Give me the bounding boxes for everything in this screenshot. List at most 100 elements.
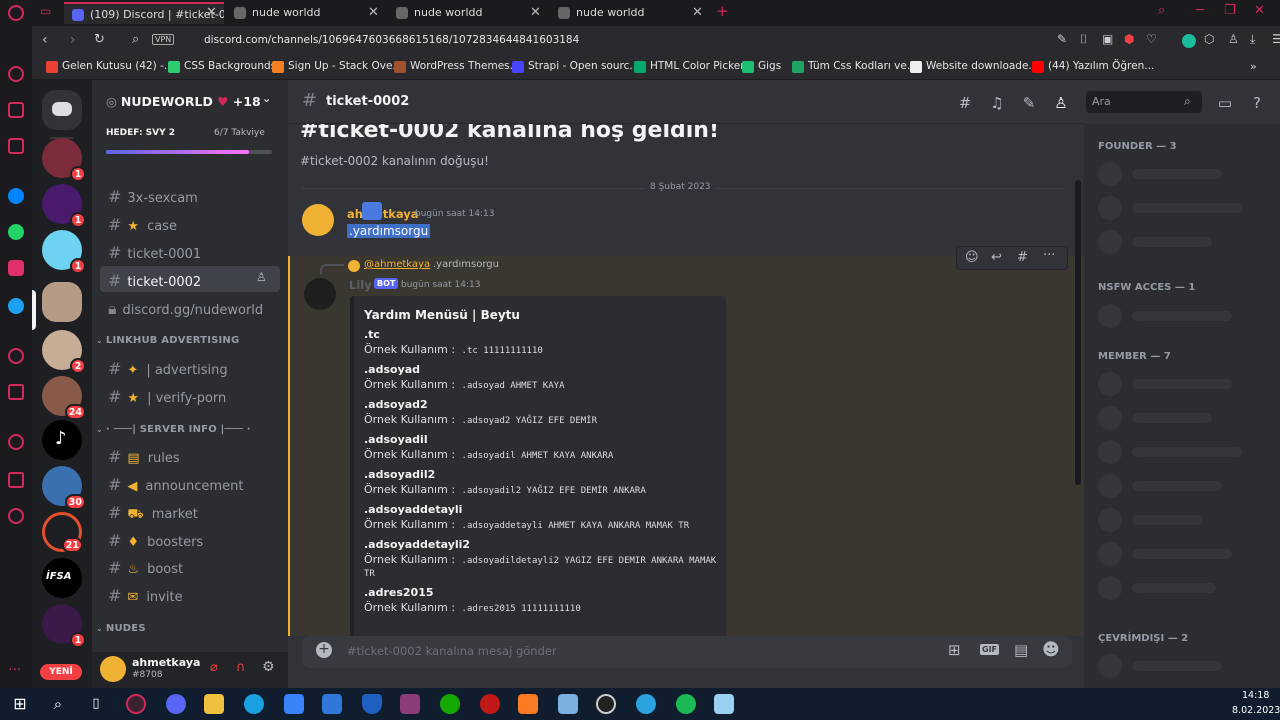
windows-start-icon[interactable]: ⊞ xyxy=(10,694,30,714)
camera-icon[interactable]: ⌷ xyxy=(1080,32,1087,47)
members-icon[interactable]: ♙ xyxy=(1052,94,1070,112)
maximize-button[interactable]: ❐ xyxy=(1224,3,1236,18)
explorer-icon[interactable] xyxy=(204,694,224,714)
avatar[interactable] xyxy=(302,204,334,236)
twitch-icon[interactable] xyxy=(8,138,24,154)
speed-dial-icon[interactable] xyxy=(8,66,24,82)
channel-case[interactable]: # ★ case xyxy=(100,210,280,236)
search-tabs-icon[interactable]: ⌕ xyxy=(1158,3,1165,18)
whatsapp-icon[interactable] xyxy=(8,224,24,240)
wallet-icon[interactable] xyxy=(8,384,24,400)
thread-icon[interactable]: # xyxy=(1017,250,1028,265)
edit-icon[interactable]: ✎ xyxy=(1057,32,1067,46)
guild-ifsa[interactable]: İFSA xyxy=(42,558,82,598)
bag-icon[interactable] xyxy=(8,102,24,118)
heart-icon[interactable]: ♡ xyxy=(1146,32,1157,46)
add-attachment-icon[interactable]: + xyxy=(316,642,332,658)
reply-author[interactable]: @ahmetkaya xyxy=(364,259,430,270)
extension-icon[interactable] xyxy=(1182,34,1196,48)
bell-icon[interactable]: ♫ xyxy=(988,94,1006,112)
bookmark-6[interactable]: Gigs xyxy=(742,60,781,73)
guild-8[interactable]: 30 xyxy=(42,466,86,510)
back-icon[interactable]: ‹ xyxy=(42,32,48,48)
box-icon[interactable]: ⬡ xyxy=(1204,32,1214,46)
xampp-icon[interactable] xyxy=(518,694,538,714)
channel-boost[interactable]: # ♨ boost xyxy=(100,553,280,579)
bookmark-0[interactable]: Gelen Kutusu (42) -... xyxy=(46,60,174,73)
help-icon[interactable]: ? xyxy=(1248,94,1266,112)
menu-icon[interactable]: ☰ xyxy=(1272,32,1280,46)
vpn-badge[interactable]: VPN xyxy=(152,34,175,45)
bot-avatar[interactable] xyxy=(304,278,336,310)
channel-verify-porn[interactable]: # ★ | verify-porn xyxy=(100,382,280,408)
category-header[interactable]: ⌄ · ───| SERVER INFO |─── · xyxy=(96,424,251,435)
bookmark-1[interactable]: CSS Backgrounds xyxy=(168,60,276,73)
edge-icon[interactable] xyxy=(244,694,264,714)
search-icon[interactable]: ⌕ xyxy=(48,694,68,714)
bookmark-5[interactable]: HTML Color Picker xyxy=(634,60,745,73)
channel-rules[interactable]: # ▤ rules xyxy=(100,442,280,468)
telegram-icon[interactable] xyxy=(636,694,656,714)
guild-4-selected[interactable] xyxy=(42,282,82,322)
bookmarks-more-icon[interactable]: » xyxy=(1250,60,1257,73)
tab-discord[interactable]: (109) Discord | #ticket-0 ✕ xyxy=(64,2,224,24)
minimize-button[interactable]: ─ xyxy=(1196,3,1204,18)
channel-ticket-0002[interactable]: # ticket-0002 ♙ xyxy=(100,266,280,292)
close-tab-icon[interactable]: ✕ xyxy=(368,5,379,20)
twitter-icon[interactable] xyxy=(8,298,24,314)
bookmark-3[interactable]: WordPress Themes... xyxy=(394,60,520,73)
guild-tiktok[interactable]: ♪ xyxy=(42,420,82,460)
message-author[interactable]: ahmetkaya xyxy=(347,207,419,221)
mail-icon[interactable] xyxy=(322,694,342,714)
player-icon[interactable] xyxy=(8,348,24,364)
translate-icon[interactable] xyxy=(362,202,382,220)
category-header[interactable]: ⌄ LINKHUB ADVERTISING xyxy=(96,335,239,346)
history-icon[interactable] xyxy=(8,434,24,450)
new-tab-button[interactable]: + xyxy=(716,2,729,20)
boost-goal[interactable]: HEDEF: SVY 2 6/7 Takviye xyxy=(104,128,274,158)
profile-icon[interactable]: ♙ xyxy=(1228,32,1239,46)
app-icon[interactable] xyxy=(558,694,578,714)
defender-icon[interactable] xyxy=(362,694,382,714)
search-box[interactable]: Ara ⌕ xyxy=(1086,91,1202,113)
username[interactable]: ahmetkaya xyxy=(132,656,200,669)
guild-1[interactable]: 1 xyxy=(42,138,86,182)
url-text[interactable]: discord.com/channels/1069647603668615168… xyxy=(204,34,579,46)
tab-nude-worldd-1[interactable]: nude worldd ✕ xyxy=(226,2,384,24)
channel-3x-sexcam[interactable]: #3x-sexcam xyxy=(100,182,280,208)
opera-taskbar-icon[interactable] xyxy=(126,694,146,714)
winrar-icon[interactable] xyxy=(400,694,420,714)
more-options-icon[interactable]: ··· xyxy=(1043,248,1055,263)
channel-advertising[interactable]: # ✦ | advertising xyxy=(100,354,280,380)
channel-boosters[interactable]: # ♦ boosters xyxy=(100,526,280,552)
threads-icon[interactable]: # xyxy=(956,94,974,112)
more-icon[interactable]: ··· xyxy=(8,662,21,678)
channel-invite[interactable]: # ✉ invite xyxy=(100,581,280,607)
tab-nude-worldd-2[interactable]: nude worldd ✕ xyxy=(388,2,546,24)
guild-9[interactable]: 21 xyxy=(42,512,83,553)
channel-ticket-0001[interactable]: # ticket-0001 xyxy=(100,238,280,264)
close-tab-icon[interactable]: ✕ xyxy=(692,5,703,20)
mute-mic-icon[interactable]: ⌀ xyxy=(210,660,218,675)
new-badge[interactable]: YENİ xyxy=(40,664,82,680)
guild-3[interactable]: 1 xyxy=(42,230,86,274)
bookmark-4[interactable]: Strapi - Open sourc... xyxy=(512,60,639,73)
settings-icon[interactable] xyxy=(8,508,24,524)
cube-icon[interactable] xyxy=(8,472,24,488)
messenger-icon[interactable] xyxy=(8,188,24,204)
message-text-selected[interactable]: .yardımsorgu xyxy=(347,224,431,238)
bookmark-7[interactable]: Tüm Css Kodları ve... xyxy=(792,60,917,73)
close-tab-icon[interactable]: ✕ xyxy=(206,5,217,20)
avatar[interactable] xyxy=(100,656,126,682)
window-close-button[interactable]: ✕ xyxy=(1254,3,1265,18)
speed-icon[interactable] xyxy=(596,694,616,714)
gamepad-icon[interactable]: ▭ xyxy=(40,4,51,18)
opera-logo-icon[interactable] xyxy=(8,5,24,21)
tab-nude-worldd-3[interactable]: nude worldd ✕ xyxy=(550,2,708,24)
reply-icon[interactable]: ↩ xyxy=(991,250,1002,265)
discord-home-button[interactable] xyxy=(42,90,82,130)
guild-5[interactable]: 2 xyxy=(42,330,86,374)
upwork-icon[interactable] xyxy=(440,694,460,714)
task-view-icon[interactable]: ▯ xyxy=(86,694,106,714)
store-icon[interactable] xyxy=(284,694,304,714)
